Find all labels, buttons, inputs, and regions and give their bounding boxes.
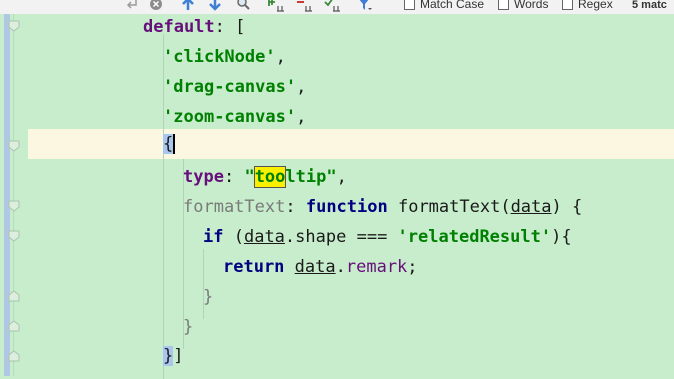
parameter: data (510, 197, 552, 217)
regex-box[interactable] (562, 0, 573, 10)
punctuation: , (336, 167, 347, 187)
return-arrow-icon[interactable] (124, 0, 140, 12)
member: shape (295, 227, 347, 247)
variable: data (294, 257, 336, 277)
member: remark (345, 257, 408, 277)
remove-selection-icon[interactable] (294, 0, 316, 12)
keyword: if (203, 227, 224, 247)
code-editor[interactable]: default: [ 'clickNode', 'drag-canvas', '… (0, 14, 674, 379)
string-quote: ' (265, 47, 276, 67)
clear-search-icon[interactable] (148, 0, 164, 12)
punctuation: , (275, 47, 286, 67)
string-literal: zoom-canvas (173, 107, 286, 127)
fold-end-marker-icon[interactable] (8, 290, 20, 302)
string-quote: ' (163, 107, 174, 127)
code-line: }] (163, 346, 184, 366)
fold-marker-icon[interactable] (8, 230, 20, 242)
string-quote: ' (285, 77, 297, 97)
code-line: } (203, 287, 213, 307)
code-line: 'clickNode', (163, 47, 286, 67)
punctuation: : [ (214, 17, 246, 37)
editor-gutter (0, 14, 28, 376)
function-name: formatText( (387, 197, 511, 217)
code-line: if (data.shape === 'relatedResult'){ (203, 227, 572, 247)
search-match-highlight: too (253, 166, 287, 188)
punctuation: ){ (551, 227, 572, 247)
find-all-icon[interactable] (234, 0, 252, 12)
arrow-down-icon[interactable] (207, 0, 223, 12)
closing-brace: } (203, 287, 214, 307)
fold-marker-icon[interactable] (8, 140, 20, 152)
code-line: type: "tooltip", (183, 166, 347, 188)
code-line: default: [ (143, 17, 245, 37)
find-toolbar: Match Case Words Regex 5 matc (0, 0, 674, 14)
fold-end-marker-icon[interactable] (8, 350, 20, 362)
words-checkbox[interactable]: Words (498, 0, 548, 11)
string-literal: drag-canvas (173, 77, 286, 97)
code-line: return data.remark; (223, 257, 418, 277)
string-literal: relatedResult (407, 227, 541, 247)
regex-checkbox[interactable]: Regex (562, 0, 613, 11)
property-name: default (143, 17, 215, 37)
property-name: type (183, 167, 224, 187)
variable: data (243, 227, 285, 247)
text-caret (173, 134, 176, 154)
string-quote: " (244, 167, 255, 187)
code-line: formatText: function formatText(data) { (183, 197, 582, 217)
string-literal: clickNode (173, 47, 266, 67)
code-line: 'zoom-canvas', (163, 107, 306, 127)
string-quote: ' (285, 107, 297, 127)
match-count: 5 matc (632, 0, 667, 11)
match-case-box[interactable] (404, 0, 415, 10)
string-literal: ltip (285, 167, 327, 187)
operator: === (346, 227, 398, 247)
match-case-label: Match Case (420, 0, 485, 11)
words-label: Words (514, 0, 549, 11)
add-selection-icon[interactable] (266, 0, 288, 12)
punctuation: , (296, 77, 307, 97)
punctuation: ; (407, 257, 418, 277)
code-line-current: { (163, 134, 176, 154)
string-quote: ' (397, 227, 408, 247)
current-line-highlight (28, 129, 674, 159)
match-case-checkbox[interactable]: Match Case (404, 0, 484, 11)
punctuation: , (296, 107, 307, 127)
punctuation: . (284, 227, 296, 247)
fold-marker-icon[interactable] (8, 200, 20, 212)
fold-marker-icon[interactable] (8, 20, 20, 32)
arrow-up-icon[interactable] (180, 0, 196, 12)
string-quote: ' (163, 77, 174, 97)
property-name: formatText (183, 197, 286, 217)
punctuation: ( (223, 227, 244, 247)
punctuation: : (223, 167, 245, 187)
keyword: function (305, 197, 388, 217)
string-quote: ' (540, 227, 552, 247)
indent-guide (203, 249, 204, 319)
fold-end-marker-icon[interactable] (8, 320, 20, 332)
keyword: return (223, 257, 285, 277)
select-all-occurrences-icon[interactable] (322, 0, 344, 12)
filter-icon[interactable] (355, 0, 373, 12)
punctuation: . (335, 257, 346, 277)
string-quote: " (326, 167, 337, 187)
string-quote: ' (163, 47, 174, 67)
closing-brace: } (183, 317, 194, 337)
punctuation: : (285, 197, 306, 217)
closing-bracket: ] (173, 346, 184, 366)
code-line: } (183, 317, 193, 337)
code-line: 'drag-canvas', (163, 77, 306, 97)
words-box[interactable] (498, 0, 509, 10)
matched-brace: { (163, 134, 174, 154)
regex-label: Regex (578, 0, 613, 11)
matched-brace: } (163, 346, 174, 366)
punctuation: ) { (551, 197, 583, 217)
